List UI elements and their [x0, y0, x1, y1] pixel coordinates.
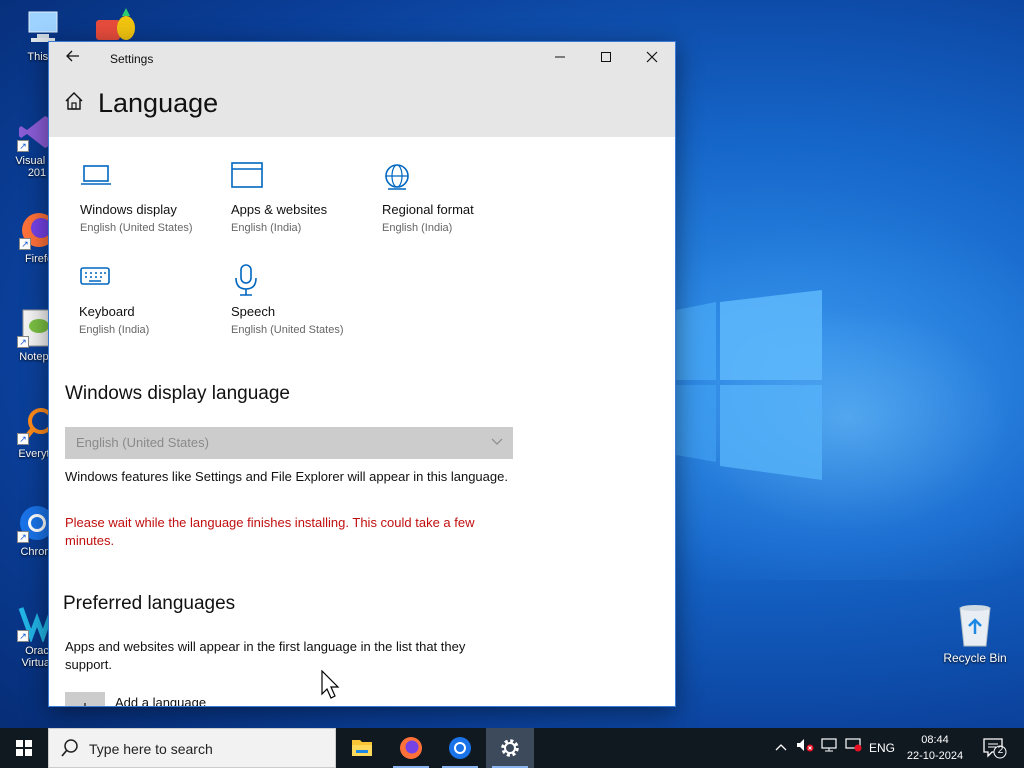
- tile-windows-display[interactable]: Windows display English (United States): [80, 162, 230, 234]
- maximize-icon: [601, 52, 611, 62]
- tile-value: English (India): [382, 222, 453, 234]
- network-warning-icon: [845, 738, 862, 752]
- notification-count: 2: [997, 745, 1004, 756]
- keyboard-icon: [79, 264, 229, 300]
- dropdown-selected-value: English (United States): [76, 435, 209, 450]
- display-language-description: Windows features like Settings and File …: [65, 469, 508, 484]
- microphone-icon: [231, 264, 381, 300]
- speaker-muted-icon: [797, 739, 814, 752]
- settings-window: Settings Language Windows display Englis…: [48, 41, 676, 707]
- maximize-button[interactable]: [583, 42, 629, 74]
- desktop-icon-recycle-bin[interactable]: Recycle Bin: [940, 602, 1010, 665]
- mouse-cursor-icon: [321, 670, 340, 699]
- close-button[interactable]: [629, 42, 675, 74]
- tile-name: Regional format: [382, 202, 474, 217]
- taskbar-file-explorer[interactable]: [338, 728, 386, 768]
- shortcut-arrow-icon: ↗: [17, 531, 29, 543]
- tile-value: English (India): [231, 222, 302, 234]
- tile-name: Keyboard: [79, 304, 135, 319]
- action-center-button[interactable]: 2: [980, 736, 1008, 760]
- tile-keyboard[interactable]: Keyboard English (India): [79, 264, 229, 336]
- windows-start-icon: [16, 740, 32, 756]
- title-bar[interactable]: Settings: [49, 42, 675, 76]
- network-button[interactable]: [818, 728, 840, 768]
- tile-speech[interactable]: Speech English (United States): [231, 264, 381, 336]
- clock-date: 22-10-2024: [906, 750, 964, 762]
- shortcut-arrow-icon: ↗: [19, 238, 31, 250]
- taskbar-chrome[interactable]: [436, 728, 484, 768]
- taskbar-settings[interactable]: [486, 728, 534, 768]
- chevron-down-icon: [491, 427, 503, 459]
- search-icon: [61, 739, 78, 757]
- close-icon: [646, 51, 658, 63]
- minimize-button[interactable]: [537, 42, 583, 74]
- tile-regional-format[interactable]: Regional format English (India): [382, 162, 532, 234]
- globe-icon: [382, 162, 532, 198]
- tile-value: English (United States): [231, 324, 344, 336]
- shortcut-arrow-icon: ↗: [17, 630, 29, 642]
- browser-window-icon: [231, 162, 381, 198]
- tile-name: Windows display: [80, 202, 177, 217]
- install-warning-text: Please wait while the language finishes …: [65, 515, 475, 548]
- shortcut-arrow-icon: ↗: [17, 140, 29, 152]
- add-language-label: Add a language: [115, 695, 207, 707]
- taskbar-firefox[interactable]: [387, 728, 435, 768]
- taskbar: Type here to search ENG 08:44 22-10-2024…: [0, 728, 1024, 768]
- input-language-indicator[interactable]: ENG: [868, 728, 896, 768]
- display-language-dropdown[interactable]: English (United States): [65, 427, 513, 459]
- laptop-icon: [80, 162, 230, 198]
- network-icon: [821, 738, 837, 752]
- tile-apps-websites[interactable]: Apps & websites English (India): [231, 162, 381, 234]
- windows-logo-wallpaper: [676, 290, 822, 480]
- recycle-bin-label: Recycle Bin: [943, 651, 1007, 665]
- file-explorer-icon: [352, 740, 372, 756]
- search-placeholder: Type here to search: [89, 741, 213, 757]
- settings-content: Windows display English (United States) …: [49, 137, 675, 706]
- recycle-bin-icon: [959, 605, 991, 647]
- page-header: Language: [49, 76, 675, 137]
- tile-name: Speech: [231, 304, 276, 319]
- firefox-icon: [400, 737, 422, 759]
- minimize-icon: [555, 56, 565, 58]
- home-icon[interactable]: [63, 90, 85, 117]
- tile-value: English (United States): [80, 222, 193, 234]
- taskbar-search-box[interactable]: Type here to search: [48, 728, 336, 768]
- start-button[interactable]: [0, 728, 48, 768]
- volume-muted-button[interactable]: [794, 728, 816, 768]
- back-arrow-icon[interactable]: [59, 48, 87, 70]
- tile-value: English (India): [79, 324, 150, 336]
- network-status-button[interactable]: [842, 728, 864, 768]
- preferred-languages-description: Apps and websites will appear in the fir…: [65, 639, 466, 672]
- tile-name: Apps & websites: [231, 202, 328, 217]
- shortcut-arrow-icon: ↗: [17, 433, 29, 445]
- show-hidden-icons-button[interactable]: [770, 728, 792, 768]
- taskbar-clock[interactable]: 08:44 22-10-2024: [900, 732, 970, 764]
- settings-gear-icon: [501, 739, 519, 757]
- clock-time: 08:44: [921, 734, 949, 746]
- page-title: Language: [98, 88, 219, 118]
- window-title: Settings: [110, 52, 154, 66]
- plus-icon: +: [65, 692, 105, 706]
- preferred-languages-heading: Preferred languages: [63, 593, 236, 614]
- display-language-heading: Windows display language: [65, 383, 290, 404]
- shortcut-arrow-icon: ↗: [17, 336, 29, 348]
- chevron-up-icon: [775, 744, 787, 751]
- chrome-icon: [449, 737, 471, 759]
